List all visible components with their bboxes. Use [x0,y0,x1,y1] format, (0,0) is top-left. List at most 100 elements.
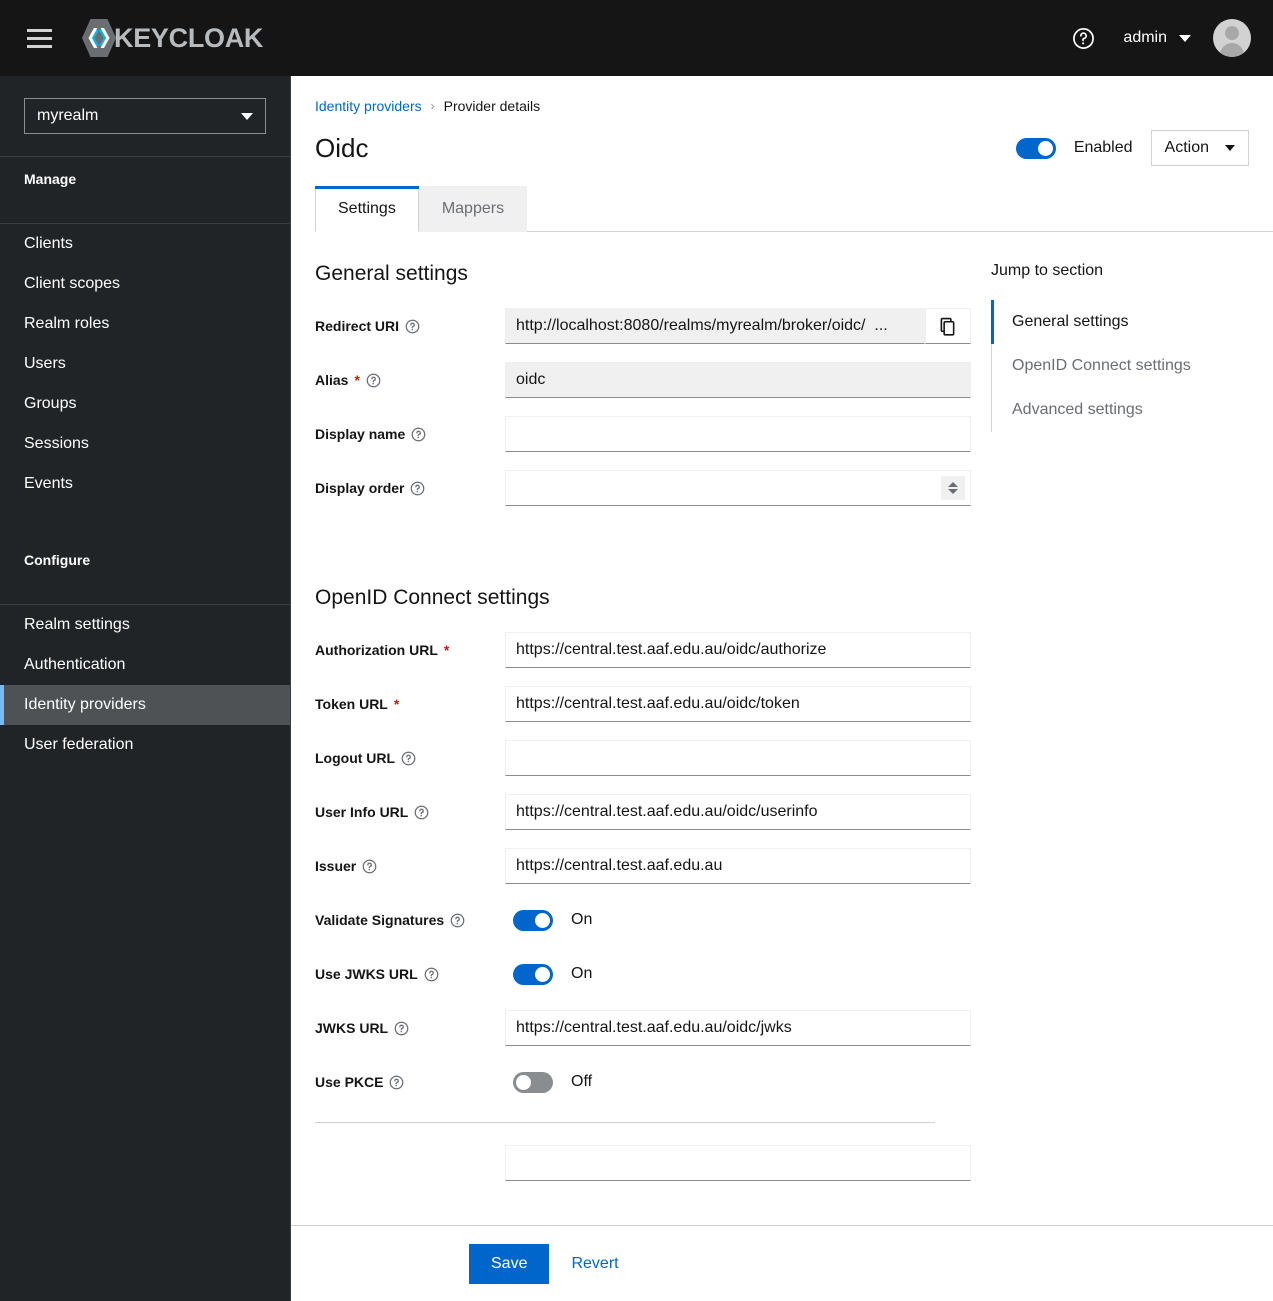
jump-to-section-title: Jump to section [991,262,1104,279]
alias-input[interactable] [505,362,971,398]
authorization-url-label: Authorization URL [315,642,438,658]
field-row-logout-url: Logout URL [315,740,971,776]
required-indicator: * [443,642,450,658]
help-circle-icon[interactable] [1061,16,1105,60]
display-name-field [505,416,971,452]
jump-item-advanced-settings[interactable]: Advanced settings [991,388,1271,432]
use-jwks-url-state: On [571,965,593,982]
alias-label: Alias [315,372,349,388]
validate-signatures-toggle[interactable] [513,909,553,931]
page-title: Oidc [315,132,369,163]
enabled-toggle[interactable] [1015,137,1056,159]
required-indicator: * [393,696,400,712]
token-url-label-group: Token URL * [315,696,505,712]
logout-url-input[interactable] [505,740,971,776]
display-order-input[interactable] [505,470,971,506]
display-order-label-group: Display order [315,480,505,496]
help-icon[interactable] [401,751,416,766]
help-icon[interactable] [414,805,429,820]
sidebar: myrealm Manage Clients Client scopes Rea… [0,76,291,1301]
toggle-knob [535,912,550,928]
redirect-uri-input[interactable] [505,308,925,344]
issuer-input[interactable] [505,848,971,884]
user-info-url-input[interactable] [505,794,971,830]
issuer-label: Issuer [315,858,357,874]
sidebar-item-realm-settings[interactable]: Realm settings [0,605,290,645]
token-url-label: Token URL [315,696,388,712]
toggle-knob [1037,140,1053,156]
help-icon[interactable] [424,967,439,982]
issuer-label-group: Issuer [315,858,505,874]
partial-next-input[interactable] [505,1145,971,1181]
sidebar-item-sessions[interactable]: Sessions [0,424,290,464]
sidebar-item-events[interactable]: Events [0,464,290,504]
use-jwks-url-label: Use JWKS URL [315,966,418,982]
use-pkce-toggle[interactable] [513,1071,553,1093]
display-order-field [505,470,971,506]
sidebar-item-realm-roles[interactable]: Realm roles [0,304,290,344]
field-row-authorization-url: Authorization URL * [315,632,971,668]
help-icon[interactable] [405,319,420,334]
authorization-url-input[interactable] [505,632,971,668]
avatar[interactable] [1213,19,1251,57]
field-row-use-jwks-url: Use JWKS URL On [315,956,971,992]
validate-signatures-label-group: Validate Signatures [315,912,505,928]
tab-settings[interactable]: Settings [315,186,419,232]
masthead-actions: admin [1061,16,1273,60]
help-icon[interactable] [411,427,426,442]
action-dropdown-label: Action [1164,139,1209,156]
display-name-input[interactable] [505,416,971,452]
redirect-uri-field [505,308,971,344]
copy-icon[interactable] [925,308,971,344]
partial-next-field [505,1145,971,1181]
user-menu-button[interactable]: admin [1105,29,1205,47]
help-icon[interactable] [450,913,465,928]
sidebar-item-client-scopes[interactable]: Client scopes [0,264,290,304]
jump-to-section: Jump to section General settings OpenID … [971,232,1271,1199]
jwks-url-input[interactable] [505,1010,971,1046]
brand-logo-link[interactable]: KEYCLOAK [82,19,263,57]
sidebar-item-users[interactable]: Users [0,344,290,384]
save-button[interactable]: Save [469,1243,550,1284]
token-url-field [505,686,971,722]
realm-selector[interactable]: myrealm [24,98,266,134]
validate-signatures-label: Validate Signatures [315,912,445,928]
action-dropdown-button[interactable]: Action [1150,130,1249,166]
masthead: KEYCLOAK admin [0,0,1273,76]
brand-text: KEYCLOAK [114,22,264,53]
settings-body: General settings Redirect URI http://loc… [291,232,1273,1199]
redirect-uri-label-group: Redirect URI [315,318,505,334]
sidebar-item-identity-providers[interactable]: Identity providers [0,685,290,725]
field-row-display-name: Display name [315,416,971,452]
jump-item-general-settings[interactable]: General settings [991,300,1271,344]
display-name-label-group: Display name [315,426,505,442]
help-icon[interactable] [410,481,425,496]
tab-mappers[interactable]: Mappers [418,186,528,232]
hamburger-menu-icon[interactable] [16,15,62,61]
sidebar-item-user-federation[interactable]: User federation [0,725,290,765]
use-pkce-field: Off [505,1071,593,1093]
token-url-input[interactable] [505,686,971,722]
sidebar-item-clients[interactable]: Clients [0,224,290,264]
sidebar-item-authentication[interactable]: Authentication [0,645,290,685]
help-icon[interactable] [389,1075,404,1090]
page-header-actions: Enabled Action [1015,130,1249,166]
use-pkce-state: Off [571,1073,593,1090]
jwks-url-label: JWKS URL [315,1020,389,1036]
chevron-down-icon[interactable] [948,489,958,494]
enabled-toggle-label: Enabled [1073,139,1133,156]
realm-selector-value: myrealm [37,107,99,124]
revert-button[interactable]: Revert [571,1255,618,1273]
help-icon[interactable] [362,859,377,874]
chevron-up-icon[interactable] [948,482,958,487]
number-stepper[interactable] [941,476,965,500]
hamburger-bar [26,28,52,32]
sidebar-item-groups[interactable]: Groups [0,384,290,424]
logout-url-label-group: Logout URL [315,750,505,766]
jump-item-openid-connect-settings[interactable]: OpenID Connect settings [991,344,1271,388]
breadcrumb-link-identity-providers[interactable]: Identity providers [315,98,422,114]
help-icon[interactable] [394,1021,409,1036]
help-icon[interactable] [366,373,381,388]
use-jwks-url-toggle[interactable] [513,963,553,985]
